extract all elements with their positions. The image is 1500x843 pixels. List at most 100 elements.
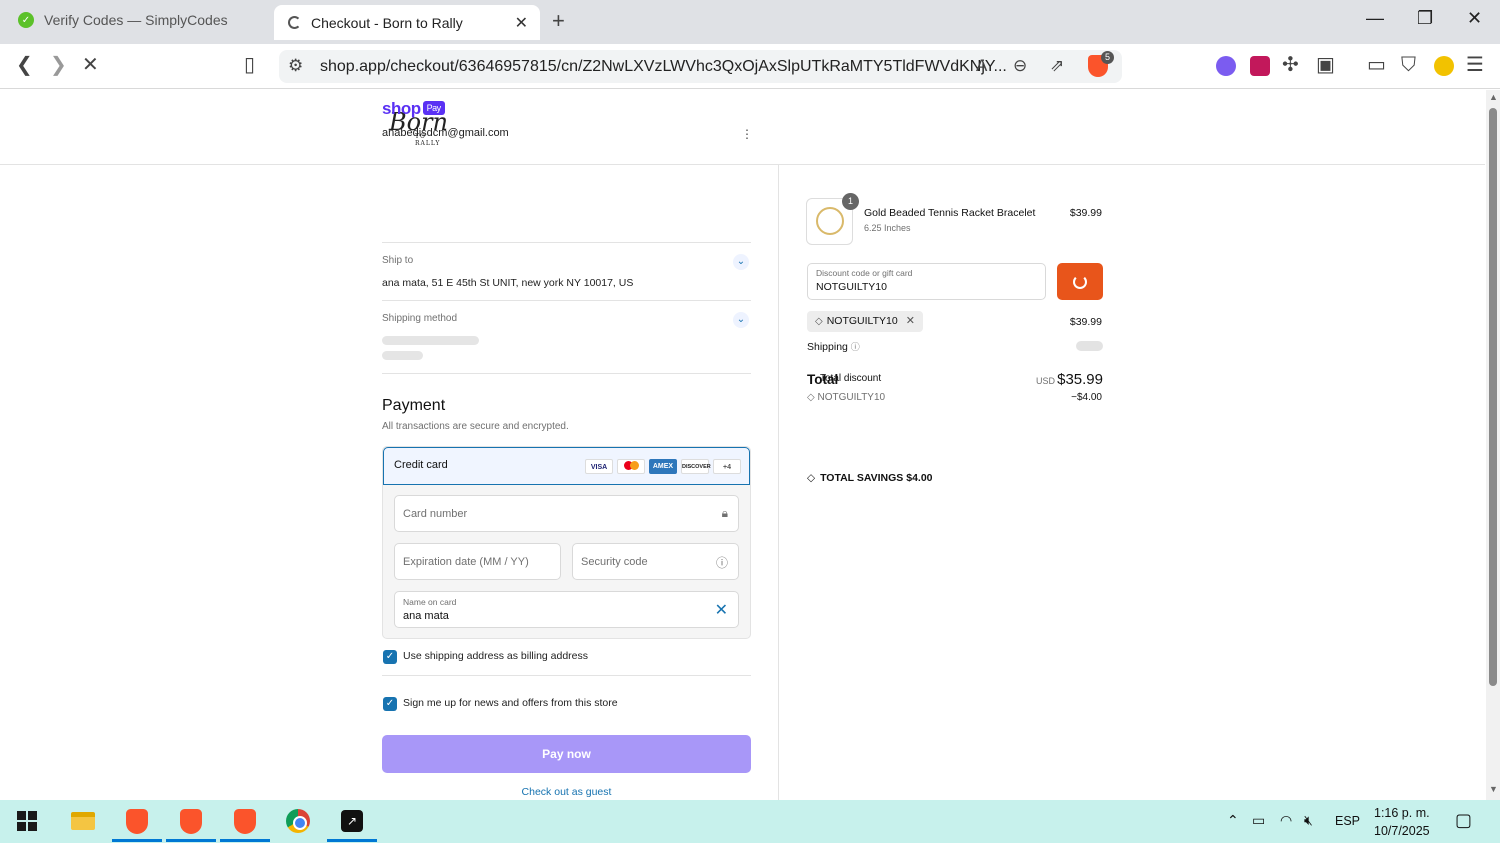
payment-title: Payment [382,397,446,414]
discount-code-line: ◇ NOTGUILTY10 [807,392,885,403]
scrollbar-thumb[interactable] [1489,108,1497,686]
tab-checkout[interactable]: Checkout - Born to Rally ✕ [274,5,540,40]
address-bar[interactable]: ⚙ shop.app/checkout/63646957815/cn/Z2NwL… [279,50,1122,83]
shipping-label: Shipping ⓘ [807,340,860,353]
remove-discount-icon[interactable]: ✕ [906,315,915,327]
tag-icon: ◇ [807,392,815,403]
tab-simplycodes[interactable]: ✓ Verify Codes — SimplyCodes [0,0,270,40]
windows-taskbar: ↗ ⌃ ▭ ◠ 🔇︎ ESP 1:16 p. m. 10/7/2025 ▢ [0,800,1500,843]
clock-date: 10/7/2025 [1374,824,1430,838]
name-on-card-value: ana mata [403,610,449,622]
ship-to-label: Ship to [382,255,414,266]
applied-code: NOTGUILTY10 [826,315,898,327]
currency-code: USD [1036,376,1056,386]
puzzle-icon[interactable]: ✣ [1282,54,1299,76]
brave-nightly-icon[interactable] [220,806,270,842]
system-clock[interactable]: 1:16 p. m. 10/7/2025 [1374,804,1430,840]
discover-icon: DISCOVER [681,459,711,474]
security-code-input[interactable]: Security code ⓘ [572,543,739,580]
quantity-badge: 1 [842,193,859,210]
shipping-address: ana mata, 51 E 45th St UNIT, new york NY… [382,277,634,289]
billing-address-checkbox[interactable]: ✓ [383,650,397,664]
tag-icon: ◇ [807,472,816,484]
notifications-icon[interactable]: ▢ [1455,810,1472,831]
newsletter-label[interactable]: Sign me up for news and offers from this… [403,697,618,709]
tune-icon[interactable]: ⚙ [288,56,303,76]
browser-toolbar: ❮ ❯ ✕ ▯ ⚙ shop.app/checkout/63646957815/… [0,44,1500,89]
more-options-icon[interactable]: ⋮ [741,127,753,141]
vpn-icon[interactable]: ⛉ [1401,54,1416,76]
chrome-icon[interactable] [283,806,313,836]
tab-title: Checkout - Born to Rally [311,14,463,31]
ublock-icon[interactable] [1250,56,1270,76]
translate-icon[interactable]: A [976,56,987,76]
credit-card-option[interactable]: Credit card VISA AMEX DISCOVER +4 [383,447,750,485]
chevron-down-icon[interactable]: ⌄ [733,312,749,328]
scroll-up-icon[interactable]: ▲ [1489,92,1498,102]
help-icon[interactable]: ⓘ [716,554,728,571]
expiration-date-input[interactable]: Expiration date (MM / YY) [394,543,561,580]
back-arrow-icon[interactable]: ❮ [16,54,33,76]
new-tab-button[interactable]: + [552,8,565,34]
name-on-card-label: Name on card [403,597,457,607]
language-indicator[interactable]: ESP [1335,814,1360,828]
extension-icon[interactable] [1216,56,1236,76]
scroll-down-icon[interactable]: ▼ [1489,784,1498,794]
product-price: $39.99 [1069,207,1102,219]
brave-beta-icon[interactable] [166,806,216,842]
url-text[interactable]: shop.app/checkout/63646957815/cn/Z2NwLXV… [320,58,1007,76]
minimize-icon[interactable]: — [1366,8,1384,29]
apply-discount-button[interactable] [1057,263,1103,300]
subtotal-value: $39.99 [1069,316,1102,328]
product-name: Gold Beaded Tennis Racket Bracelet [864,207,1036,219]
forward-arrow-icon[interactable]: ❯ [50,54,67,76]
stop-loading-icon[interactable]: ✕ [82,54,99,76]
name-on-card-input[interactable]: Name on card ana mata ✕ [394,591,739,628]
savings-label: TOTAL SAVINGS [820,472,904,484]
bookmark-icon[interactable]: ▯ [244,54,255,76]
shop-pay-badge: Pay [422,101,445,115]
show-hidden-icons-icon[interactable]: ⌃ [1227,812,1239,829]
battery-icon[interactable]: ▭ [1252,812,1265,829]
shop-pay-brand: shop [382,99,421,118]
pay-now-button[interactable]: Pay now [382,735,751,773]
brave-shields-icon[interactable]: 5 [1088,51,1114,77]
help-icon[interactable]: ⓘ [851,342,860,352]
volume-muted-icon[interactable]: 🔇︎ [1304,812,1313,829]
discount-code-input[interactable]: Discount code or gift card NOTGUILTY10 [807,263,1046,300]
hamburger-menu-icon[interactable]: ☰ [1466,54,1484,76]
loading-skeleton [382,336,479,345]
shipping-method-label: Shipping method [382,313,458,324]
chevron-down-icon[interactable]: ⌄ [733,254,749,270]
app-icon[interactable]: ↗ [327,806,377,842]
brave-browser-icon[interactable] [112,806,162,842]
checkout-as-guest-link[interactable]: Check out as guest [382,786,751,798]
rewards-icon[interactable] [1434,56,1454,76]
sidebar-icon[interactable]: ▣ [1316,54,1335,76]
card-number-placeholder: Card number [403,508,468,520]
file-explorer-icon[interactable] [68,806,98,836]
checkout-page: Born TO RALLY [0,90,1485,800]
newsletter-checkbox[interactable]: ✓ [383,697,397,711]
clear-field-icon[interactable]: ✕ [715,600,728,620]
discount-field-value: NOTGUILTY10 [816,281,887,293]
billing-address-label[interactable]: Use shipping address as billing address [403,650,588,662]
card-number-input[interactable]: Card number 🔒︎ [394,495,739,532]
zoom-out-icon[interactable]: ⊖ [1013,56,1027,76]
start-button[interactable] [12,806,42,836]
share-icon[interactable]: ⇗ [1050,56,1064,76]
more-cards-badge: +4 [713,459,741,474]
divider [382,300,751,301]
discount-field-label: Discount code or gift card [816,268,913,278]
wallet-icon[interactable]: ▭ [1367,54,1386,76]
close-window-icon[interactable]: ✕ [1467,8,1482,29]
restore-icon[interactable]: ❐ [1417,8,1433,29]
credit-card-label: Credit card [394,459,448,471]
wifi-icon[interactable]: ◠ [1280,812,1292,829]
page-scrollbar[interactable]: ▲ ▼ [1486,90,1500,800]
shipping-loading-skeleton [1076,341,1103,351]
shipping-text: Shipping [807,341,848,353]
simplycodes-favicon-icon: ✓ [18,12,34,28]
close-tab-icon[interactable]: ✕ [515,13,528,33]
divider [382,242,751,243]
